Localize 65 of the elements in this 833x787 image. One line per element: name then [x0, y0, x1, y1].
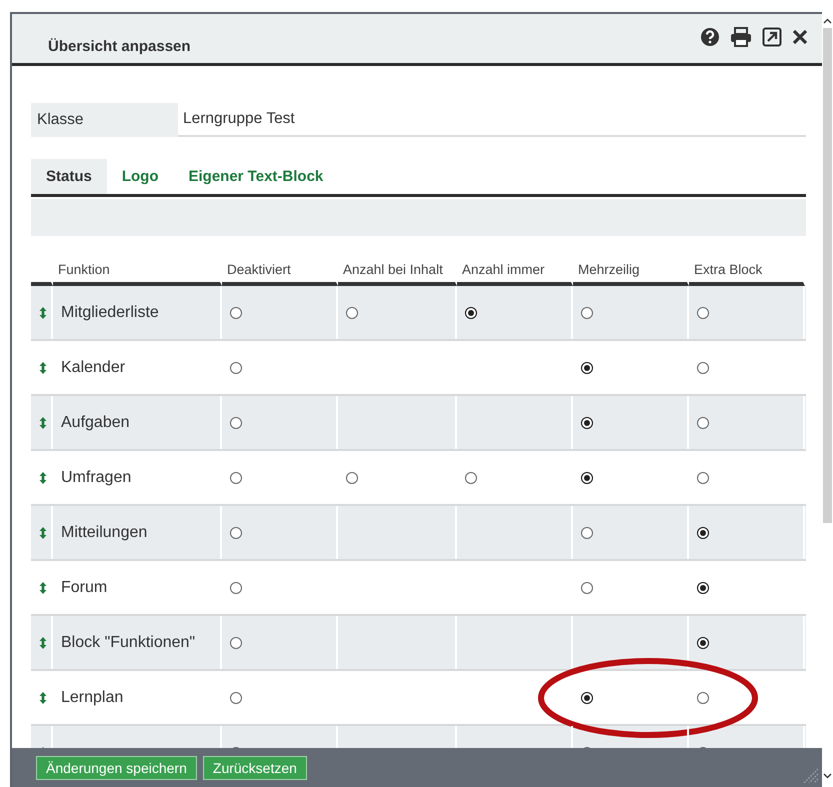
- radio-button[interactable]: [697, 306, 709, 318]
- function-name: Kalender: [61, 358, 126, 376]
- radio-button[interactable]: [230, 416, 242, 428]
- drag-handle-icon[interactable]: [39, 360, 47, 374]
- radio-button[interactable]: [230, 582, 242, 594]
- radio-button[interactable]: [346, 306, 358, 318]
- radio-button[interactable]: [581, 582, 593, 594]
- function-name: Aufgaben: [61, 414, 130, 432]
- function-name: Block "Funktionen": [61, 634, 196, 652]
- radio-button[interactable]: [581, 416, 593, 428]
- column-header: Anzahl immer: [462, 262, 545, 277]
- radio-button[interactable]: [697, 362, 709, 374]
- column-header: Funktion: [58, 262, 110, 277]
- radio-button[interactable]: [697, 582, 709, 594]
- function-name: Forum: [61, 578, 108, 596]
- dialog-title: Übersicht anpassen: [48, 38, 191, 55]
- radio-button[interactable]: [697, 636, 709, 648]
- help-icon[interactable]: [700, 26, 720, 46]
- column-header: Extra Block: [694, 262, 762, 277]
- drag-handle-icon[interactable]: [39, 580, 47, 594]
- radio-button[interactable]: [230, 362, 242, 374]
- tab[interactable]: Status: [31, 159, 107, 194]
- drag-handle-icon[interactable]: [39, 636, 47, 650]
- radio-button[interactable]: [465, 472, 477, 484]
- radio-button[interactable]: [230, 692, 242, 704]
- radio-button[interactable]: [230, 472, 242, 484]
- radio-button[interactable]: [581, 526, 593, 538]
- scroll-down-icon[interactable]: [823, 773, 832, 779]
- radio-button[interactable]: [581, 472, 593, 484]
- drag-handle-icon[interactable]: [39, 416, 47, 430]
- radio-button[interactable]: [230, 306, 242, 318]
- radio-button[interactable]: [581, 362, 593, 374]
- footer-button[interactable]: Zurücksetzen: [202, 756, 307, 780]
- tab[interactable]: Eigener Text-Block: [174, 159, 338, 194]
- radio-button[interactable]: [230, 526, 242, 538]
- drag-handle-icon[interactable]: [39, 306, 47, 320]
- radio-button[interactable]: [346, 472, 358, 484]
- column-header: Mehrzeilig: [578, 262, 640, 277]
- radio-button[interactable]: [697, 692, 709, 704]
- radio-button[interactable]: [230, 636, 242, 648]
- function-name: Lernplan: [61, 688, 124, 706]
- class-value: Lerngruppe Test: [178, 103, 806, 137]
- radio-button[interactable]: [697, 416, 709, 428]
- scroll-up-icon[interactable]: [823, 18, 832, 24]
- radio-button[interactable]: [581, 692, 593, 704]
- footer-button[interactable]: Änderungen speichern: [36, 756, 197, 780]
- field-label: Klasse: [31, 103, 178, 137]
- tab[interactable]: Logo: [106, 159, 174, 194]
- external-link-icon[interactable]: [762, 26, 782, 46]
- radio-button[interactable]: [697, 472, 709, 484]
- drag-handle-icon[interactable]: [39, 470, 47, 484]
- print-icon[interactable]: [730, 26, 752, 46]
- resize-grip-icon[interactable]: [802, 767, 818, 783]
- drag-handle-icon[interactable]: [39, 690, 47, 704]
- radio-button[interactable]: [465, 306, 477, 318]
- function-name: Mitteilungen: [61, 524, 148, 542]
- function-name: Mitgliederliste: [61, 304, 159, 322]
- function-name: Umfragen: [61, 468, 132, 486]
- column-header: Anzahl bei Inhalt: [343, 262, 443, 277]
- drag-handle-icon[interactable]: [39, 526, 47, 540]
- column-header: Deaktiviert: [227, 262, 291, 277]
- close-icon[interactable]: [792, 28, 808, 44]
- radio-button[interactable]: [697, 526, 709, 538]
- radio-button[interactable]: [581, 306, 593, 318]
- scrollbar-thumb[interactable]: [823, 28, 832, 523]
